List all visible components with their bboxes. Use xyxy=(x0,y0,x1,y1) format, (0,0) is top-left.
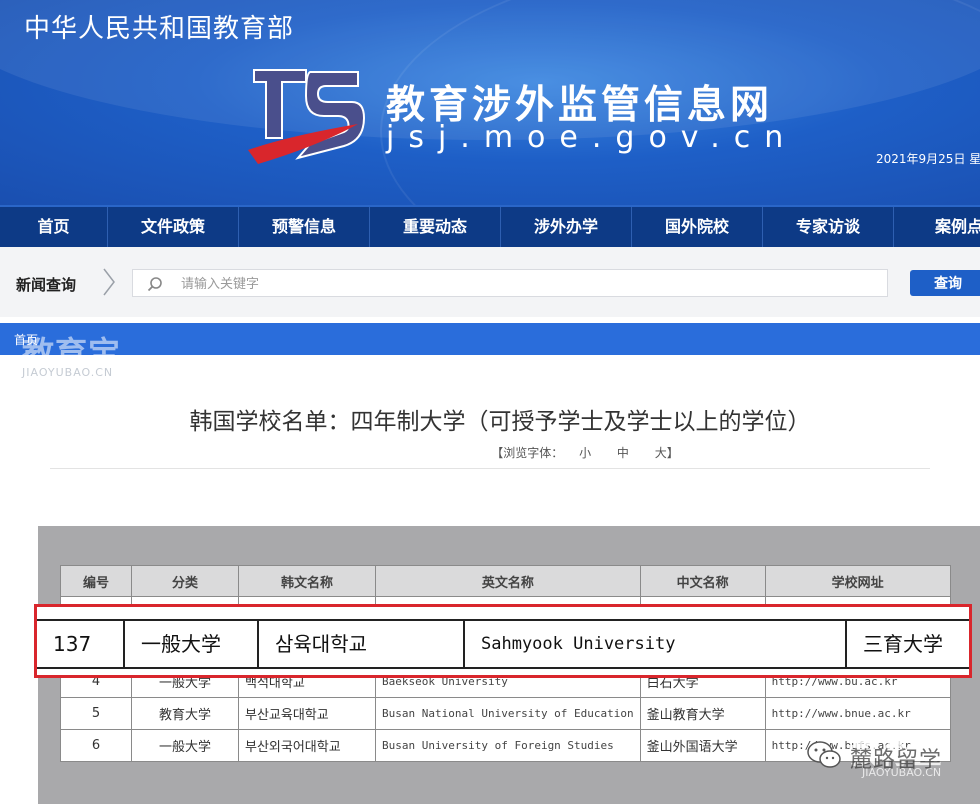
search-input[interactable] xyxy=(179,273,873,295)
font-size-label: 【浏览字体： xyxy=(491,446,564,460)
main-nav: 首页 文件政策 预警信息 重要动态 涉外办学 国外院校 专家访谈 案例点 xyxy=(0,205,980,249)
nav-item-foreign-schools[interactable]: 涉外办学 xyxy=(501,207,632,249)
search-box xyxy=(132,269,888,297)
highlight-korean-name: 삼육대학교 xyxy=(259,621,465,667)
search-label: 新闻查询 xyxy=(16,276,77,294)
col-english-name: 英文名称 xyxy=(375,565,641,597)
col-website: 学校网址 xyxy=(764,565,951,597)
nav-item-expert-interviews[interactable]: 专家访谈 xyxy=(763,207,894,249)
highlight-english-name: Sahmyook University xyxy=(465,621,847,667)
highlight-chinese-name: 三育大学 xyxy=(863,632,943,656)
table-row: 5 教育大学 부산교육대학교 Busan National University… xyxy=(60,697,951,730)
current-date: 2021年9月25日 星期 xyxy=(876,152,980,166)
search-bar: 新闻查询 查询 xyxy=(0,247,980,317)
divider xyxy=(50,468,930,469)
table-header-row: 编号 分类 韩文名称 英文名称 中文名称 学校网址 xyxy=(60,565,951,597)
nav-item-cases[interactable]: 案例点 xyxy=(894,207,980,249)
breadcrumb: 首页 xyxy=(0,323,980,355)
site-domain: jsj.moe.gov.cn xyxy=(386,120,798,155)
font-size-selector: 【浏览字体： 小 中 大】 xyxy=(0,444,980,461)
font-size-medium-link[interactable]: 中 xyxy=(617,446,629,460)
site-banner: 中华人民共和国教育部 教育涉外监管信息网 jsj.moe.gov.cn 2021… xyxy=(0,0,980,205)
col-korean-name: 韩文名称 xyxy=(238,565,376,597)
nav-item-overseas-institutions[interactable]: 国外院校 xyxy=(632,207,763,249)
col-category: 分类 xyxy=(131,565,239,597)
highlight-category: 一般大学 xyxy=(125,621,259,667)
nav-item-news[interactable]: 重要动态 xyxy=(370,207,501,249)
search-button[interactable]: 查询 xyxy=(910,270,980,296)
highlighted-row: 137 一般大学 삼육대학교 Sahmyook University 三育大学 xyxy=(34,604,972,678)
search-icon xyxy=(147,277,162,292)
wechat-icon xyxy=(807,741,841,768)
col-chinese-name: 中文名称 xyxy=(639,565,766,597)
chevron-right-icon xyxy=(103,268,115,296)
highlight-number: 137 xyxy=(37,621,125,667)
nav-item-warnings[interactable]: 预警信息 xyxy=(239,207,370,249)
page-title: 韩国学校名单：四年制大学（可授予学士及学士以上的学位） xyxy=(189,409,811,435)
site-logo-icon[interactable] xyxy=(248,66,368,166)
col-number: 编号 xyxy=(60,565,132,597)
font-size-small-link[interactable]: 小 xyxy=(579,446,591,460)
ministry-name: 中华人民共和国教育部 xyxy=(24,14,295,44)
highlighted-row-inner: 137 一般大学 삼육대학교 Sahmyook University 三育大学 xyxy=(37,619,969,669)
watermark-account-name: 麓路留学 xyxy=(850,748,943,773)
watermark-domain-left: JIAOYUBAO.CN xyxy=(22,366,114,379)
nav-item-policy[interactable]: 文件政策 xyxy=(108,207,239,249)
nav-item-home[interactable]: 首页 xyxy=(0,207,108,249)
font-size-large-link[interactable]: 大】 xyxy=(655,446,679,460)
